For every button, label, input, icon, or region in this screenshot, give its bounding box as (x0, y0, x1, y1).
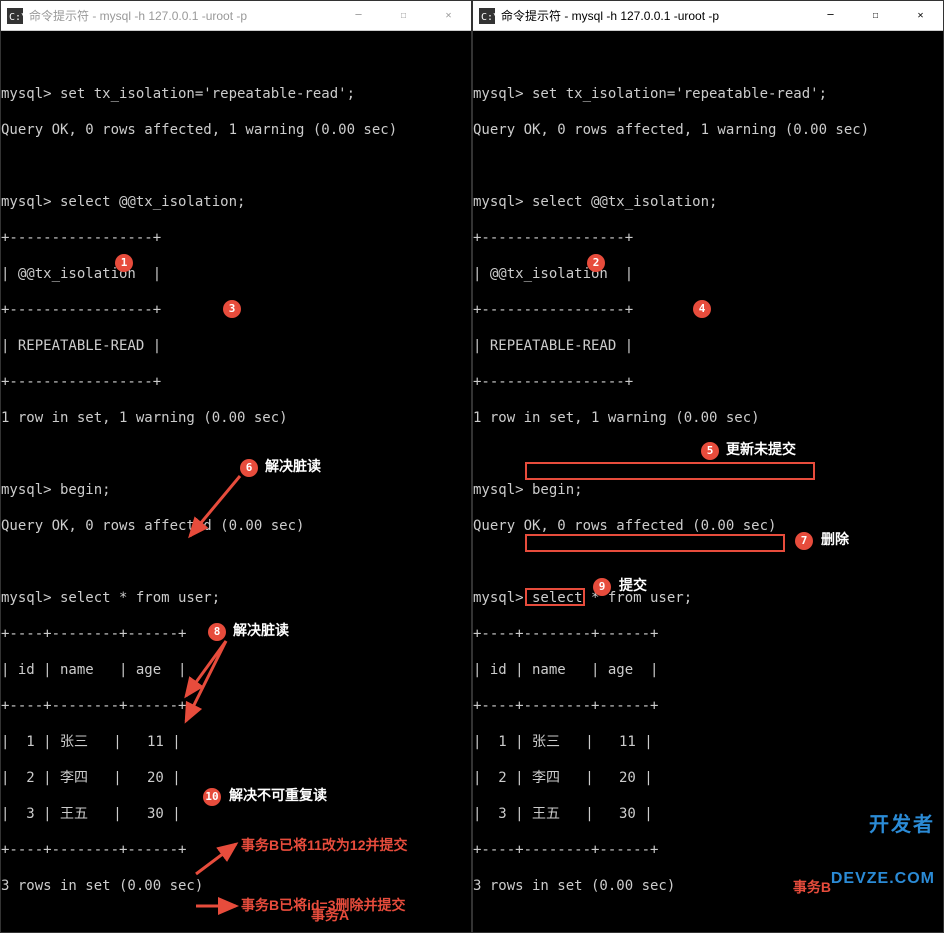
output-line: mysql> select @@tx_isolation; (473, 193, 943, 211)
output-line: +-----------------+ (473, 229, 943, 247)
badge-2: 2 (587, 254, 605, 272)
output-line (473, 157, 943, 175)
output-line: | REPEATABLE-READ | (1, 337, 471, 355)
watermark-line2: DEVZE.COM (831, 870, 935, 888)
window-title: 命令提示符 - mysql -h 127.0.0.1 -uroot -p (29, 7, 336, 24)
terminal-right[interactable]: mysql> set tx_isolation='repeatable-read… (473, 31, 943, 932)
badge-3: 3 (223, 300, 241, 318)
titlebar-right: C:\ 命令提示符 - mysql -h 127.0.0.1 -uroot -p… (473, 1, 943, 31)
output-line: | @@tx_isolation | (473, 265, 943, 283)
svg-text:C:\: C:\ (9, 12, 23, 23)
arrow-icon (181, 636, 236, 731)
window-controls: ─ ☐ ✕ (336, 1, 471, 31)
arrow-icon (185, 471, 245, 546)
cmd-icon: C:\ (479, 8, 495, 24)
terminal-window-left: C:\ 命令提示符 - mysql -h 127.0.0.1 -uroot -p… (0, 0, 472, 933)
badge-6: 6 (240, 459, 258, 477)
output-line (473, 553, 943, 571)
output-line: mysql> set tx_isolation='repeatable-read… (473, 85, 943, 103)
output-line: mysql> select * from user; (1, 589, 471, 607)
annotation-5: 更新未提交 (726, 440, 796, 458)
output-line (1, 157, 471, 175)
annotation-txA: 事务A (311, 906, 349, 924)
close-button[interactable]: ✕ (898, 1, 943, 31)
annotation-6: 解决脏读 (265, 457, 321, 475)
output-line: +----+--------+------+ (473, 625, 943, 643)
output-line: | @@tx_isolation | (1, 265, 471, 283)
table-row: | 1 | 张三 | 11 | (1, 733, 471, 751)
output-line: +-----------------+ (1, 373, 471, 391)
output-line: mysql> set tx_isolation='repeatable-read… (1, 85, 471, 103)
annotation-9: 提交 (619, 576, 647, 594)
output-line: +-----------------+ (473, 373, 943, 391)
output-line: +-----------------+ (1, 229, 471, 247)
output-line: +----+--------+------+ (473, 697, 943, 715)
output-line: | id | name | age | (1, 661, 471, 679)
terminal-window-right: C:\ 命令提示符 - mysql -h 127.0.0.1 -uroot -p… (472, 0, 944, 933)
output-line (473, 49, 943, 67)
window-title: 命令提示符 - mysql -h 127.0.0.1 -uroot -p (501, 7, 808, 24)
maximize-button[interactable]: ☐ (381, 1, 426, 31)
output-line (1, 553, 471, 571)
svg-text:C:\: C:\ (481, 12, 495, 23)
cmd-icon: C:\ (7, 8, 23, 24)
terminal-left[interactable]: mysql> set tx_isolation='repeatable-read… (1, 31, 471, 932)
arrow-icon (191, 896, 241, 916)
output-line: 1 row in set, 1 warning (0.00 sec) (1, 409, 471, 427)
titlebar-left: C:\ 命令提示符 - mysql -h 127.0.0.1 -uroot -p… (1, 1, 471, 31)
annotation-8: 解决脏读 (233, 621, 289, 639)
annotation-txB: 事务B (793, 878, 831, 896)
output-line: Query OK, 0 rows affected, 1 warning (0.… (1, 121, 471, 139)
output-line: Query OK, 0 rows affected, 1 warning (0.… (473, 121, 943, 139)
badge-4: 4 (693, 300, 711, 318)
output-line: Query OK, 0 rows affected (0.00 sec) (473, 517, 943, 535)
highlight-delete (525, 534, 785, 552)
output-line (1, 445, 471, 463)
output-line: +----+--------+------+ (1, 697, 471, 715)
badge-5: 5 (701, 442, 719, 460)
minimize-button[interactable]: ─ (336, 1, 381, 31)
watermark-line1: 开发者 (831, 816, 935, 834)
badge-7: 7 (795, 532, 813, 550)
badge-1: 1 (115, 254, 133, 272)
badge-9: 9 (593, 578, 611, 596)
minimize-button[interactable]: ─ (808, 1, 853, 31)
badge-8: 8 (208, 623, 226, 641)
output-line: | REPEATABLE-READ | (473, 337, 943, 355)
table-row: | 1 | 张三 | 11 | (473, 733, 943, 751)
highlight-update (525, 462, 815, 480)
arrow-icon (191, 836, 241, 886)
output-line (1, 49, 471, 67)
output-line: mysql> select @@tx_isolation; (1, 193, 471, 211)
table-row: | 2 | 李四 | 20 | (1, 769, 471, 787)
badge-10: 10 (203, 788, 221, 806)
close-button[interactable]: ✕ (426, 1, 471, 31)
output-line: mysql> begin; (473, 481, 943, 499)
annotation-10: 解决不可重复读 (229, 786, 327, 804)
maximize-button[interactable]: ☐ (853, 1, 898, 31)
window-controls: ─ ☐ ✕ (808, 1, 943, 31)
table-row: | 3 | 王五 | 30 | (1, 805, 471, 823)
output-line: 1 row in set, 1 warning (0.00 sec) (473, 409, 943, 427)
annotation-arrow1: 事务B已将11改为12并提交 (241, 836, 407, 854)
watermark: 开发者 DEVZE.COM (831, 780, 935, 924)
annotation-7: 删除 (821, 530, 849, 548)
highlight-commit (525, 588, 585, 606)
output-line: | id | name | age | (473, 661, 943, 679)
